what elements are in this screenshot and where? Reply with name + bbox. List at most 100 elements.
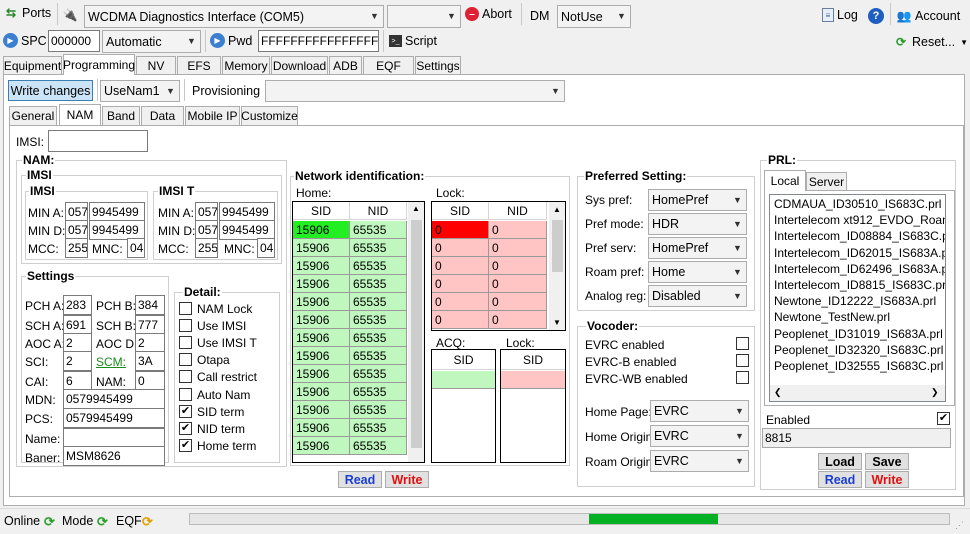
lock-table-row[interactable]: 00 [432, 239, 547, 257]
home-table-row[interactable]: 15906 65535 [293, 401, 407, 419]
ports-button[interactable]: ⇆ Ports [3, 5, 51, 21]
home-table-row[interactable]: 15906 65535 [293, 311, 407, 329]
detail-checkbox-otapa[interactable] [179, 353, 192, 367]
lock-table-row[interactable]: 00 [432, 221, 547, 239]
pcs-input[interactable]: 0579945499 [63, 408, 165, 428]
scm-input[interactable]: 3A [135, 351, 165, 371]
reset-button[interactable]: ⟳ Reset... ▼ [893, 34, 968, 50]
pref-mode-select[interactable]: HDR ▼ [648, 213, 747, 235]
imsit-min-a-1[interactable]: 057 [195, 202, 218, 222]
home-origin-select[interactable]: EVRC ▼ [650, 425, 749, 447]
prl-tab-server[interactable]: Server [806, 172, 847, 191]
sub-tab-customize[interactable]: Customize [241, 106, 298, 125]
roam-pref-select[interactable]: Home ▼ [648, 261, 747, 283]
detail-checkbox-nid-term[interactable]: ✔ [179, 421, 192, 435]
prl-file-item[interactable]: Intertelecom_ID62015_IS683A.prl [774, 246, 945, 260]
write-changes-button[interactable]: Write changes [8, 80, 93, 101]
aoc-a-input[interactable]: 2 [63, 333, 92, 353]
evrcwb-enabled-checkbox[interactable] [736, 371, 749, 384]
imsi-mcc-input[interactable]: 255 [65, 238, 88, 258]
log-button[interactable]: ≡ Log [822, 8, 858, 22]
prl-file-item[interactable]: Intertelecom_ID62496_IS683A.prl [774, 262, 945, 276]
prl-write-button[interactable]: Write [865, 471, 909, 488]
scroll-right-icon[interactable]: ❯ [931, 387, 939, 398]
sub-tab-band[interactable]: Band [102, 106, 140, 125]
sub-tab-data[interactable]: Data [141, 106, 184, 125]
scm-link[interactable]: SCM: [96, 355, 126, 369]
main-tab-nv[interactable]: NV [136, 56, 176, 75]
main-tab-equipment[interactable]: Equipment [3, 56, 62, 75]
home-table-row[interactable]: 15906 65535 [293, 275, 407, 293]
home-table-row[interactable]: 15906 65535 [293, 347, 407, 365]
main-tab-download[interactable]: Download [271, 56, 328, 75]
network-write-button[interactable]: Write [385, 471, 429, 488]
pch-b-input[interactable]: 384 [135, 295, 165, 315]
prl-file-item[interactable]: CDMAUA_ID30510_IS683C.prl [774, 197, 941, 211]
imsit-min-d-2[interactable]: 9945499 [219, 220, 275, 240]
main-tab-programming[interactable]: Programming [63, 54, 135, 75]
imsi-min-d-2[interactable]: 9945499 [89, 220, 145, 240]
main-tab-efs[interactable]: EFS [177, 56, 221, 75]
detail-checkbox-use-imsi-t[interactable] [179, 336, 192, 350]
imsit-min-d-1[interactable]: 057 [195, 220, 218, 240]
lock2-row[interactable] [501, 371, 565, 389]
help-icon[interactable]: ? [868, 8, 884, 24]
script-button[interactable]: >_ Script [389, 34, 437, 48]
lock-scrollbar[interactable]: ▲ ▼ [549, 202, 565, 330]
home-table-row[interactable]: 15906 65535 [293, 329, 407, 347]
lock-table-row[interactable]: 00 [432, 257, 547, 275]
home-table-row[interactable]: 15906 65535 [293, 437, 407, 455]
sub-tab-nam[interactable]: NAM [59, 104, 101, 125]
nam-select[interactable]: UseNam1 ▼ [100, 80, 180, 102]
evrcb-enabled-checkbox[interactable] [736, 354, 749, 367]
sch-a-input[interactable]: 691 [63, 315, 92, 335]
prl-enabled-checkbox[interactable]: ✔ [937, 412, 950, 425]
cai-input[interactable]: 6 [63, 371, 92, 391]
scroll-thumb[interactable] [411, 220, 422, 448]
aoc-d-input[interactable]: 2 [135, 333, 165, 353]
imsi-input[interactable] [48, 130, 148, 152]
imsit-mnc-input[interactable]: 04 [257, 238, 275, 258]
scroll-up-icon[interactable]: ▲ [553, 205, 561, 214]
imsit-mcc-input[interactable]: 255 [195, 238, 218, 258]
sub-tab-mobile-ip[interactable]: Mobile IP [185, 106, 240, 125]
detail-checkbox-use-imsi[interactable] [179, 319, 192, 333]
home-page-select[interactable]: EVRC ▼ [650, 400, 749, 422]
lock-table-row[interactable]: 00 [432, 293, 547, 311]
prl-file-item[interactable]: Intertelecom_ID8815_IS683C.prl [774, 278, 945, 292]
connect-plug-icon[interactable]: 🔌 [62, 7, 78, 23]
dm-select[interactable]: NotUse ▼ [557, 5, 631, 28]
pwd-input[interactable]: FFFFFFFFFFFFFFFF [258, 30, 379, 52]
prl-file-item[interactable]: Peoplenet_ID31019_IS683A.prl [774, 327, 943, 341]
nam-input[interactable]: 0 [135, 371, 165, 391]
sys-pref-select[interactable]: HomePref ▼ [648, 189, 747, 211]
imsi-min-d-1[interactable]: 057 [65, 220, 88, 240]
prl-load-button[interactable]: Load [818, 453, 862, 470]
acq-row[interactable] [432, 371, 495, 389]
main-tab-eqf[interactable]: EQF [363, 56, 414, 75]
prl-file-item[interactable]: Peoplenet_ID32320_IS683C.prl [774, 343, 943, 357]
detail-checkbox-home-term[interactable]: ✔ [179, 438, 192, 452]
abort-button[interactable]: – Abort [465, 7, 512, 21]
home-table-row[interactable]: 15906 65535 [293, 293, 407, 311]
lock-grid[interactable]: SID NID 000000000000 ▲ ▼ [431, 201, 566, 331]
acq-grid[interactable]: SID [431, 349, 496, 463]
sub-tab-general[interactable]: General [9, 106, 57, 125]
home-grid[interactable]: SID NID 15906 65535 15906 65535 15906 65535 15… [292, 201, 425, 463]
lock-table-row[interactable]: 00 [432, 311, 547, 329]
detail-checkbox-auto-nam[interactable] [179, 387, 192, 401]
prl-file-item[interactable]: Newtone_ID12222_IS683A.prl [774, 294, 936, 308]
prl-file-item[interactable]: Intertelecom xt912_EVDO_Roam_8 [774, 213, 945, 227]
prl-file-item[interactable]: Peoplenet_ID32555_IS683C.prl [774, 359, 943, 373]
home-table-row[interactable]: 15906 65535 [293, 419, 407, 437]
spc-mode-select[interactable]: Automatic ▼ [102, 30, 201, 53]
scroll-left-icon[interactable]: ❮ [774, 387, 782, 398]
prl-hscrollbar[interactable]: ❮ ❯ [770, 385, 945, 401]
home-table-row[interactable]: 15906 65535 [293, 383, 407, 401]
main-tab-adb[interactable]: ADB [329, 56, 362, 75]
prl-read-button[interactable]: Read [818, 471, 862, 488]
detail-checkbox-call-restrict[interactable] [179, 370, 192, 384]
imsit-min-a-2[interactable]: 9945499 [219, 202, 275, 222]
detail-checkbox-nam-lock[interactable] [179, 302, 192, 315]
account-button[interactable]: 👥 Account [896, 8, 961, 24]
